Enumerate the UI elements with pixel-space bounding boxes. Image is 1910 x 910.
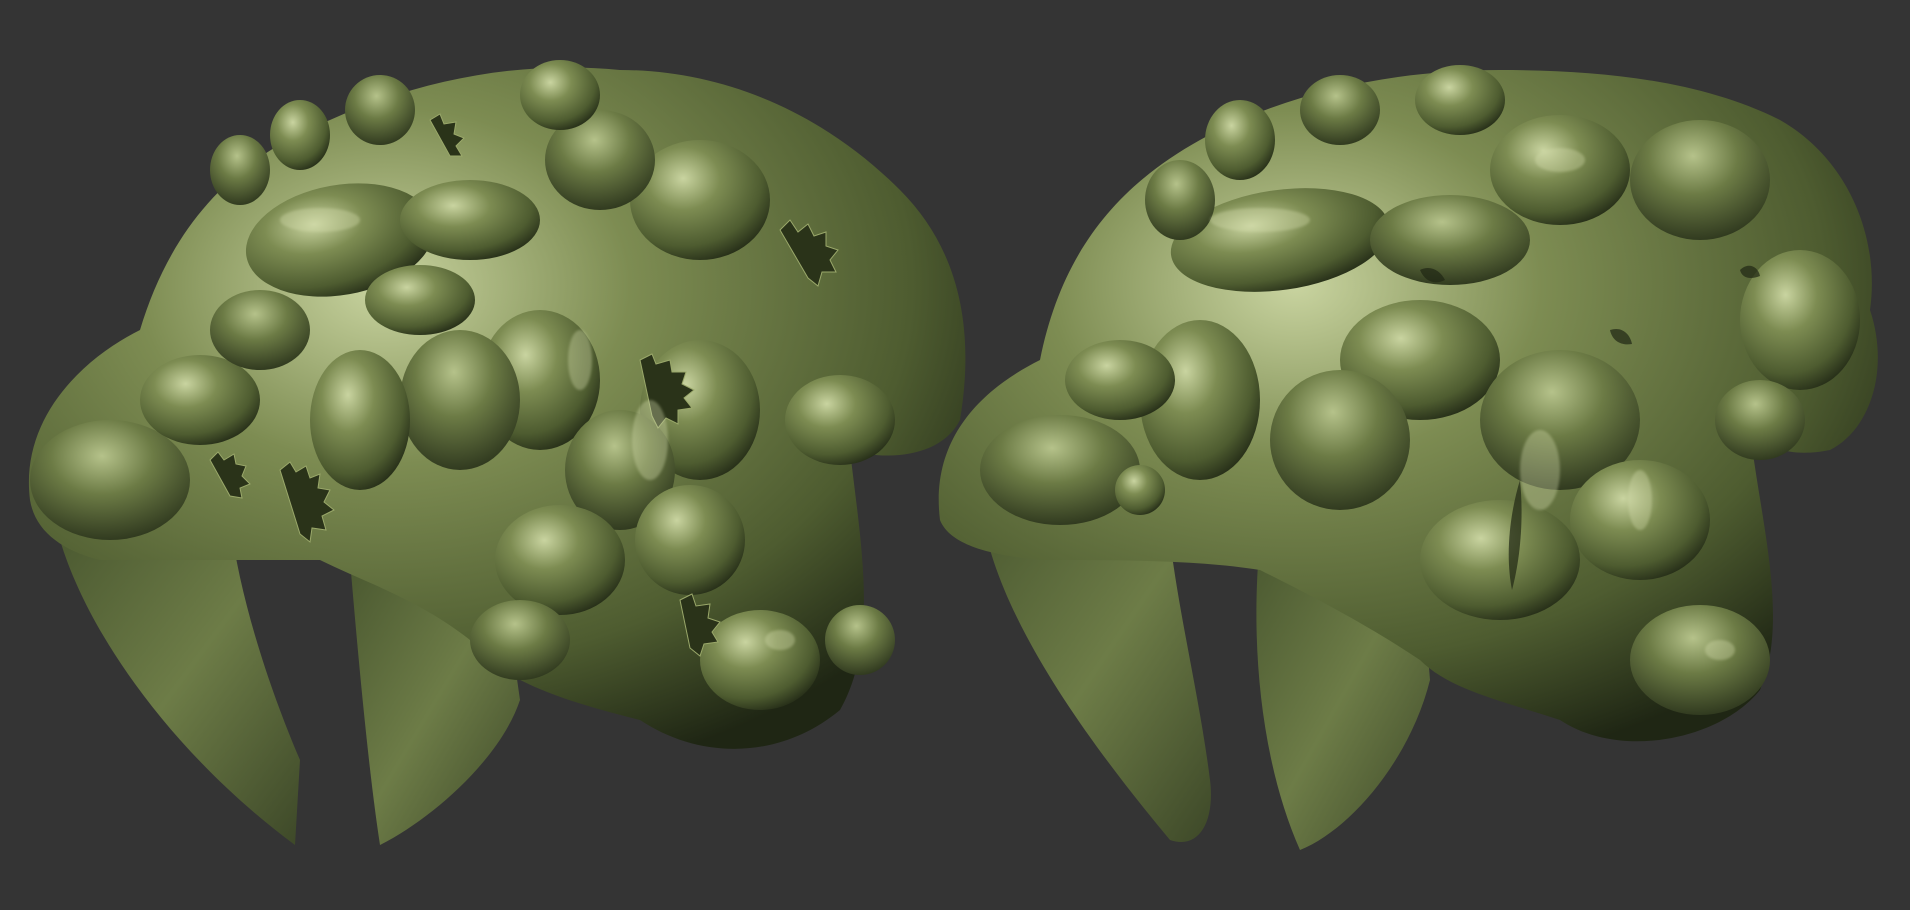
right-model-lobe [1630, 605, 1770, 715]
left-model-lobe [310, 350, 410, 490]
left-model-tail-outer [60, 520, 300, 845]
right-model-lobe [1115, 465, 1165, 515]
right-model-lobe [1300, 75, 1380, 145]
left-model-lobe [825, 605, 895, 675]
right-model-lobe [1145, 160, 1215, 240]
left-model-lobe [400, 330, 520, 470]
right-model-lobe [1205, 100, 1275, 180]
right-model-lobe [1420, 500, 1580, 620]
left-model-lobe [210, 290, 310, 370]
left-model-lobe [635, 485, 745, 595]
right-model-lobe [1715, 380, 1805, 460]
left-model-lobe [365, 265, 475, 335]
left-model-lobe [520, 60, 600, 130]
left-model-lobe [495, 505, 625, 615]
left-model-lobe [345, 75, 415, 145]
left-model-lobe [140, 355, 260, 445]
right-model-lobe [1415, 65, 1505, 135]
left-model-lobe [30, 420, 190, 540]
right-model-lobe [1065, 340, 1175, 420]
right-model [938, 65, 1878, 850]
right-model-lobe [1630, 120, 1770, 240]
left-model-lobe [210, 135, 270, 205]
right-model-lobe [980, 415, 1140, 525]
left-model [28, 60, 966, 845]
render-viewport [0, 0, 1910, 910]
left-model-lobe [785, 375, 895, 465]
render-canvas [28, 60, 1878, 850]
right-model-lobe [1370, 195, 1530, 285]
left-model-lobe [400, 180, 540, 260]
left-model-lobe [470, 600, 570, 680]
right-model-lobe [1270, 370, 1410, 510]
left-model-lobe [270, 100, 330, 170]
